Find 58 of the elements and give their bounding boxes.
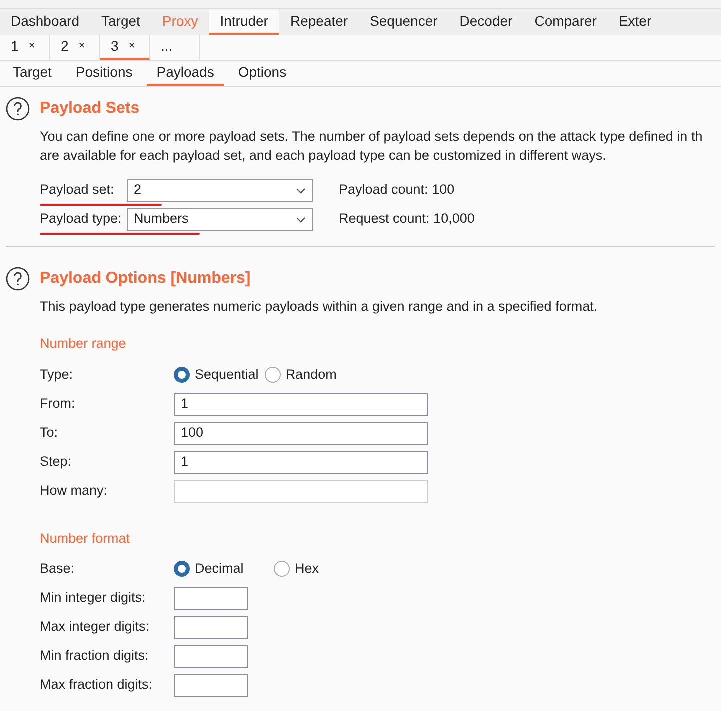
main-tab[interactable]: Decoder: [448, 9, 524, 35]
count-text: Payload count: 100: [339, 181, 455, 200]
input-field[interactable]: 1: [174, 392, 428, 416]
radio-label: Hex: [295, 560, 320, 578]
sub-tab[interactable]: Payloads: [146, 61, 224, 86]
radio-button[interactable]: [274, 561, 290, 578]
field-label: Base:: [40, 560, 76, 578]
section-title: Payload Sets: [40, 99, 140, 119]
radio-button[interactable]: [174, 561, 190, 578]
dropdown[interactable]: 2: [127, 179, 313, 202]
input-field[interactable]: 1: [174, 450, 428, 474]
description-text: You can define one or more payload sets. The number of payload sets depends on the attack type defined in th: [40, 128, 704, 146]
chevron-down-icon: [296, 188, 306, 194]
main-tab[interactable]: Sequencer: [359, 9, 449, 35]
radio-button[interactable]: [174, 367, 190, 383]
dropdown[interactable]: Numbers: [127, 208, 313, 231]
sub-tab[interactable]: Positions: [66, 61, 143, 86]
section-title: Payload Options [Numbers]: [40, 269, 251, 289]
sub-tab[interactable]: Target: [3, 61, 62, 86]
sub-tab[interactable]: Options: [228, 61, 297, 86]
description-text: This payload type generates numeric payloads within a given range and in a specified format.: [40, 298, 599, 316]
main-tab[interactable]: Target: [90, 9, 152, 35]
input-field[interactable]: 100: [174, 422, 428, 444]
field-label: To:: [40, 424, 60, 442]
attack-tab[interactable]: 3 ×: [100, 35, 150, 60]
field-label: Step:: [40, 452, 73, 471]
input-field[interactable]: [174, 586, 248, 610]
field-label: How many:: [40, 482, 109, 500]
radio-button[interactable]: [264, 367, 281, 383]
field-label: Min fraction digits:: [40, 647, 150, 666]
radio-label: Decimal: [195, 560, 244, 578]
input-field[interactable]: [174, 644, 248, 668]
attack-tab[interactable]: 1 ×: [0, 35, 50, 60]
main-tab[interactable]: Dashboard: [0, 9, 90, 35]
radio-label: Sequential: [195, 366, 259, 384]
group-heading: Number format: [40, 530, 132, 548]
chevron-down-icon: [296, 216, 306, 222]
count-text: Request count: 10,000: [339, 210, 475, 228]
radio-label: Random: [286, 366, 337, 384]
field-label: From:: [40, 394, 76, 413]
input-field[interactable]: [174, 674, 248, 697]
attack-tab[interactable]: 2 ×: [50, 35, 100, 60]
help-icon[interactable]: [6, 97, 30, 121]
field-label: Min integer digits:: [40, 589, 147, 608]
field-label: Payload set:: [40, 181, 116, 200]
attack-tab[interactable]: ...: [150, 35, 200, 60]
main-tab[interactable]: Exter: [608, 9, 663, 35]
help-icon[interactable]: [6, 267, 30, 291]
field-label: Type:: [40, 366, 74, 384]
main-tab[interactable]: Comparer: [524, 9, 608, 35]
field-label: Max fraction digits:: [40, 676, 154, 694]
group-heading: Number range: [40, 335, 128, 354]
input-field[interactable]: [174, 616, 248, 639]
main-tab[interactable]: Repeater: [279, 9, 360, 35]
field-label: Max integer digits:: [40, 618, 151, 636]
field-label: Payload type:: [40, 210, 123, 228]
main-tab[interactable]: Intruder: [209, 9, 280, 35]
description-text: are available for each payload set, and each payload type can be customized in different ways.: [40, 147, 608, 165]
